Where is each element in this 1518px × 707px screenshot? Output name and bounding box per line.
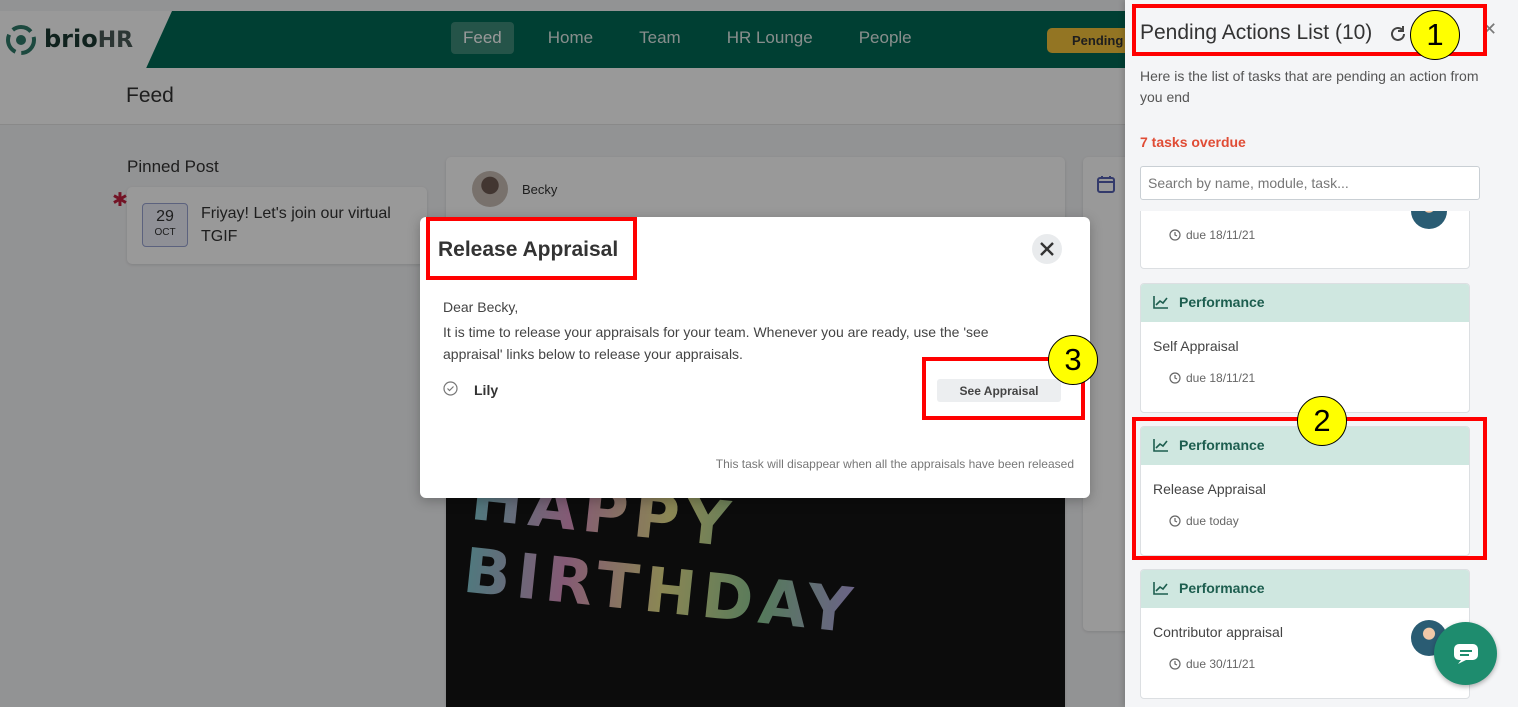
chat-button[interactable] — [1434, 622, 1497, 685]
modal-greeting: Dear Becky, — [443, 299, 519, 315]
close-icon — [1040, 242, 1054, 256]
task-due: due 18/11/21 — [1169, 371, 1255, 385]
search-input[interactable] — [1140, 166, 1480, 200]
employee-name: Lily — [474, 382, 499, 398]
task-due: due 18/11/21 — [1169, 228, 1255, 242]
task-module: Performance — [1179, 294, 1265, 310]
task-card[interactable]: Performance Contributor appraisal due 30… — [1140, 569, 1470, 699]
modal-footer-note: This task will disappear when all the ap… — [715, 457, 1074, 471]
panel-description: Here is the list of tasks that are pendi… — [1140, 68, 1479, 105]
step-badge-3: 3 — [1048, 335, 1098, 385]
task-due-text: due 18/11/21 — [1186, 371, 1256, 385]
overdue-count: 7 tasks overdue — [1140, 134, 1246, 150]
task-module-header: Performance — [1141, 284, 1469, 322]
step-badge-1: 1 — [1410, 10, 1460, 60]
task-name: Self Appraisal — [1153, 338, 1239, 354]
task-module-header: Performance — [1141, 570, 1469, 608]
task-card[interactable]: Performance Self Appraisal due 18/11/21 — [1140, 283, 1470, 413]
chart-icon — [1153, 296, 1168, 309]
task-name: Contributor appraisal — [1153, 624, 1283, 640]
check-circle-icon — [443, 381, 458, 396]
chart-icon — [1153, 582, 1168, 595]
step-badge-2: 2 — [1297, 396, 1347, 446]
task-module: Performance — [1179, 580, 1265, 596]
clock-icon — [1169, 229, 1181, 241]
clock-icon — [1169, 372, 1181, 384]
close-button[interactable] — [1032, 234, 1062, 264]
pending-actions-panel: Pending Actions List (10) ✕ Here is the … — [1125, 0, 1518, 707]
highlight-box-modal-title — [426, 217, 637, 280]
clock-icon — [1169, 658, 1181, 670]
chat-icon — [1453, 643, 1478, 664]
task-due: due 30/11/21 — [1169, 657, 1255, 671]
panel-mask — [1125, 150, 1518, 211]
task-due-text: due 18/11/21 — [1186, 228, 1256, 242]
task-due-text: due 30/11/21 — [1186, 657, 1256, 671]
